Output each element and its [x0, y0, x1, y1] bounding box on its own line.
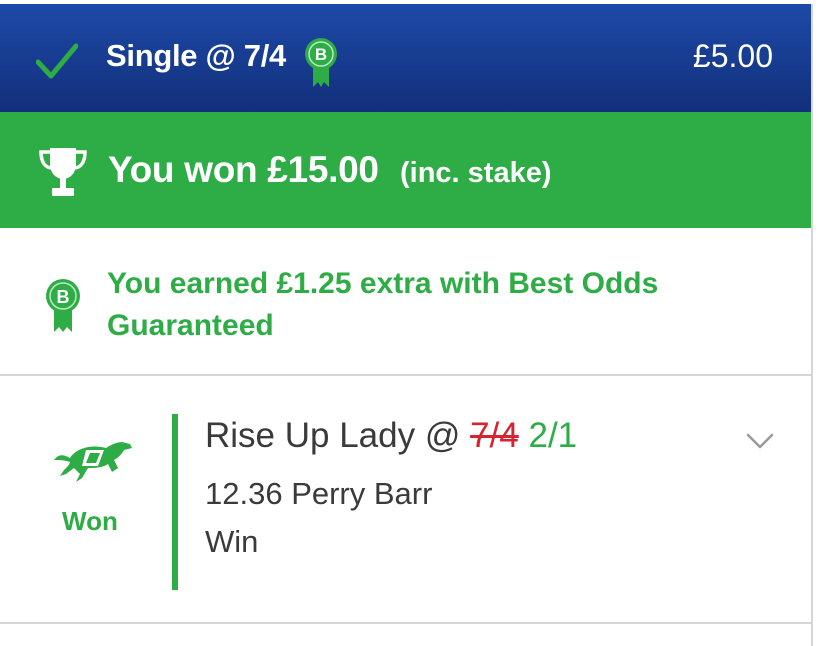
- check-icon: [36, 43, 78, 79]
- won-amount: You won £15.00: [108, 149, 379, 190]
- event-name: 12.36 Perry Barr: [205, 476, 433, 511]
- bet-card: Single @ 7/4 B £5.00 You won £15.00 (inc…: [0, 4, 813, 646]
- best-odds-badge-icon: B: [46, 279, 80, 332]
- selection-name: Rise Up Lady @: [205, 416, 461, 455]
- trophy-icon: [39, 148, 87, 196]
- final-odds: 2/1: [528, 416, 578, 455]
- best-odds-badge-icon: B: [305, 38, 337, 87]
- original-odds: 7/4: [470, 416, 519, 455]
- selection-title: Rise Up Lady @ 7/4 2/1: [205, 416, 577, 456]
- badge-letter: B: [57, 287, 70, 307]
- result-banner: You won £15.00 (inc. stake): [0, 112, 811, 228]
- best-odds-message: You earned £1.25 extra with Best Odds Gu…: [107, 267, 659, 342]
- stake-amount: £5.00: [692, 38, 773, 74]
- greyhound-icon: [54, 442, 132, 482]
- bet-type-title: Single @ 7/4: [106, 38, 286, 73]
- inc-stake-note: (inc. stake): [400, 157, 552, 189]
- selection-row[interactable]: Won Rise Up Lady @ 7/4 2/1 12.36 Perry B…: [0, 376, 811, 624]
- best-odds-row: B You earned £1.25 extra with Best Odds …: [0, 228, 811, 376]
- market-name: Win: [205, 524, 259, 559]
- bet-header[interactable]: Single @ 7/4 B £5.00: [0, 4, 811, 112]
- chevron-down-icon[interactable]: [746, 432, 774, 450]
- result-indicator-bar: [172, 414, 178, 590]
- badge-letter: B: [315, 45, 327, 64]
- selection-result: Won: [62, 506, 118, 536]
